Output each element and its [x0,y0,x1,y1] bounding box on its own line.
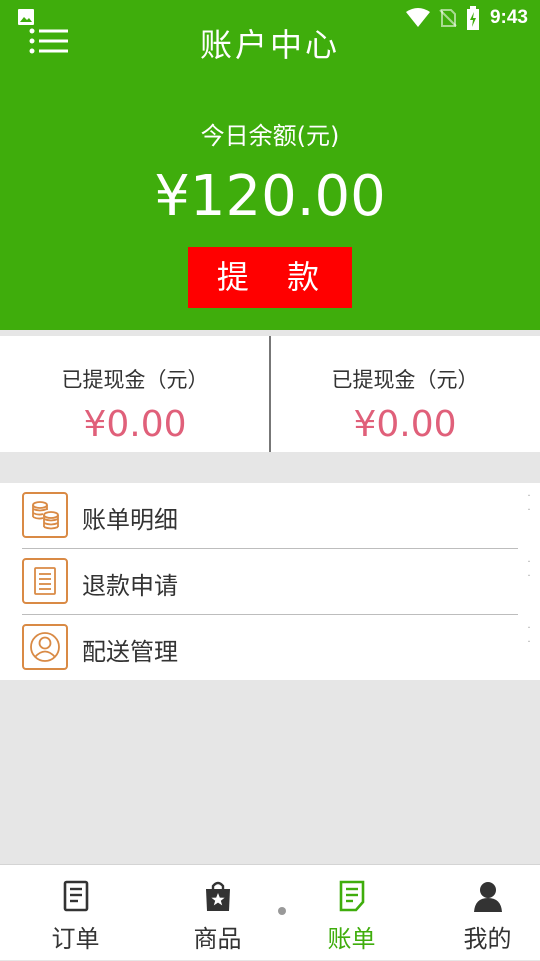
tab-label: 订单 [51,925,100,953]
menu-item-label: 退款申请 [82,572,178,600]
bill-icon [339,880,364,912]
stat-value: ¥0.00 [83,404,187,445]
tab-products[interactable]: 商品 [150,865,285,961]
page-title: 账户中心 [199,26,340,64]
shopping-bag-icon [205,881,230,911]
tab-me[interactable]: 我的 [420,865,540,961]
balance-value: ¥120.00 [154,164,386,229]
chevron-right-icon: ˙ ˙ [526,625,532,653]
tab-label: 我的 [463,925,512,953]
menu-item-label: 配送管理 [82,638,178,666]
tab-label: 商品 [193,925,242,953]
balance-label: 今日余额(元) [200,122,340,150]
menu-item-delivery-management[interactable]: 配送管理 ˙ ˙ [0,615,540,681]
withdrawn-stat-right: 已提现金（元） ¥0.00 [270,336,540,452]
stat-value: ¥0.00 [353,404,457,445]
tab-bills[interactable]: 账单 [284,865,419,961]
withdrawn-stats: 已提现金（元） ¥0.00 已提现金（元） ¥0.00 [0,336,540,452]
account-header: 9:43 账户中心 今日余额(元) ¥120.00 提 款 [0,0,540,330]
bottom-navigation: 订单 商品 账单 我的 [0,864,540,960]
order-icon [63,880,88,912]
withdraw-button[interactable]: 提 款 [188,247,352,308]
menu-item-bill-details[interactable]: 账单明细 ˙ ˙ [0,483,540,549]
menu-list: 账单明细 ˙ ˙ 退款申请 ˙ ˙ 配送管理 ˙ ˙ [0,483,540,680]
document-icon [22,558,68,604]
menu-item-refund-request[interactable]: 退款申请 ˙ ˙ [0,549,540,615]
person-icon [473,882,502,912]
coins-icon [22,492,68,538]
menu-item-label: 账单明细 [82,506,178,534]
stat-label: 已提现金（元） [61,368,209,392]
floating-dot [278,907,286,915]
withdrawn-stat-left: 已提现金（元） ¥0.00 [0,336,270,452]
chevron-right-icon: ˙ ˙ [526,493,532,521]
chevron-right-icon: ˙ ˙ [526,559,532,587]
tab-orders[interactable]: 订单 [8,865,143,961]
tab-label: 账单 [327,925,376,953]
user-profile-icon [22,624,68,670]
stat-label: 已提现金（元） [331,368,479,392]
